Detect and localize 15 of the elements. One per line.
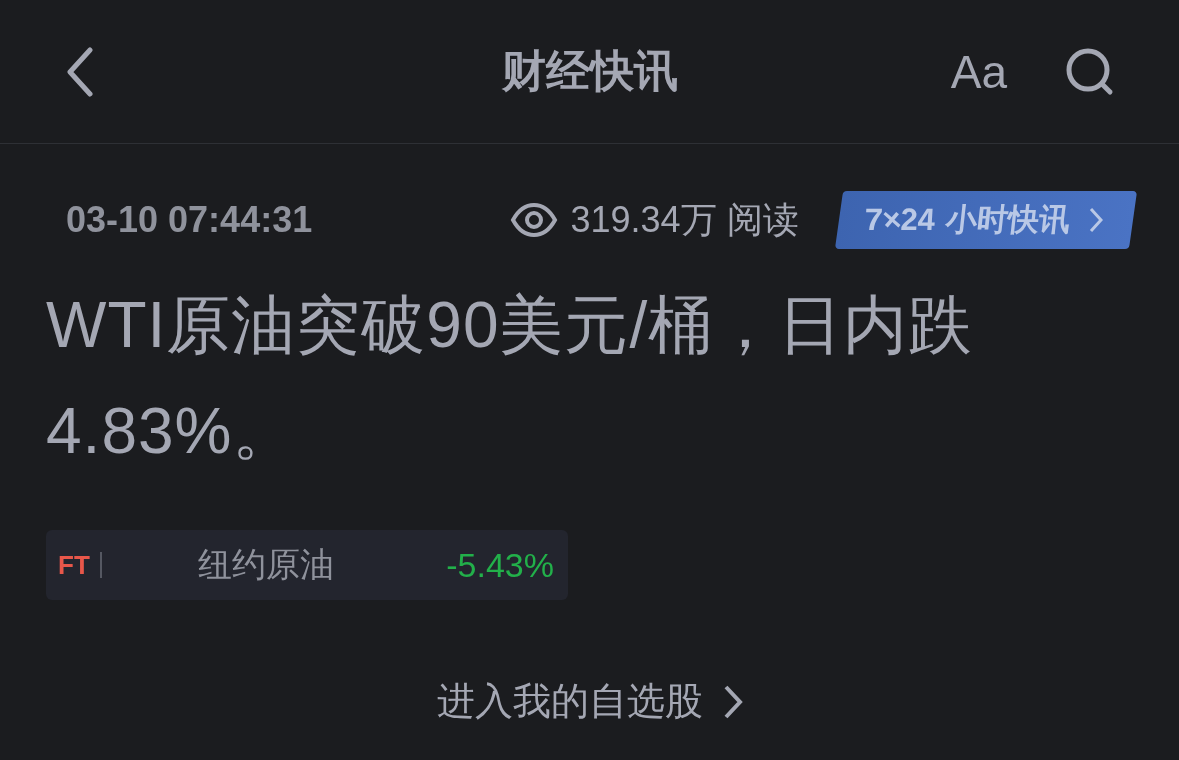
price-change: -5.43% [446, 545, 554, 585]
stock-card[interactable]: FT 纽约原油 -5.43% [46, 530, 568, 600]
search-icon [1065, 46, 1115, 97]
timestamp: 03-10 07:44:31 [66, 199, 313, 241]
font-size-button[interactable]: Aa [950, 44, 1007, 99]
source-label: FT [58, 549, 90, 581]
news-headline: WTI原油突破90美元/桶，日内跌4.83%。 [46, 288, 975, 469]
eye-icon [510, 202, 559, 238]
search-button[interactable] [1065, 46, 1115, 97]
stock-name: 纽约原油 [197, 544, 334, 585]
chevron-icon [1089, 207, 1103, 233]
page-title: 财经快讯 [501, 46, 678, 95]
read-count: 319.34万 阅读 [570, 197, 799, 242]
watchlist-link[interactable]: 进入我的自选股 [436, 676, 743, 727]
chevron-icon [722, 683, 743, 720]
